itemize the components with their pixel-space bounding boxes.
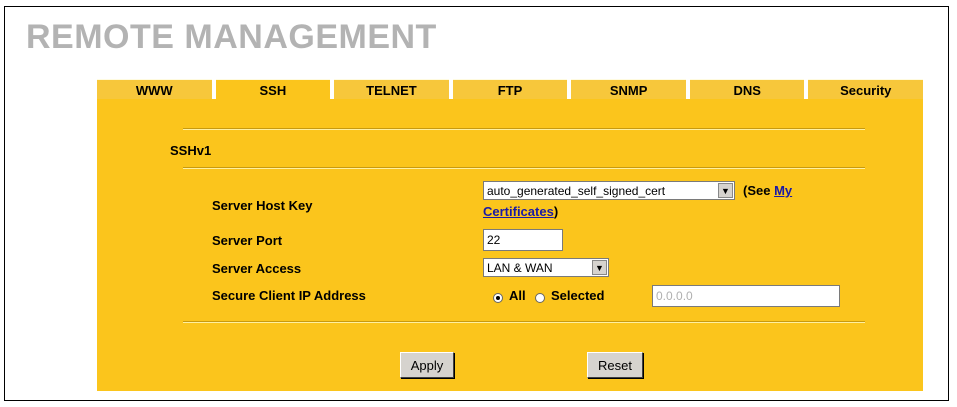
tab-snmp[interactable]: SNMP [571,79,686,101]
divider [183,167,865,169]
server-host-key-label: Server Host Key [212,198,313,213]
ssh-settings-panel: SSHv1 Server Host Key auto_generated_sel… [97,99,923,391]
reset-button[interactable]: Reset [587,352,643,378]
radio-selected-label: Selected [551,288,605,303]
radio-all-label: All [509,288,526,303]
tab-www[interactable]: WWW [97,79,212,101]
secure-client-ip-input[interactable]: 0.0.0.0 [652,285,840,307]
section-title: SSHv1 [170,143,212,158]
server-port-label: Server Port [212,233,283,248]
tab-ssh[interactable]: SSH [215,79,331,101]
chevron-down-icon: ▼ [718,183,733,198]
radio-all[interactable] [493,293,503,303]
divider [183,321,865,323]
apply-button[interactable]: Apply [400,352,454,378]
chevron-down-icon: ▼ [592,260,607,275]
see-suffix-text: ) [553,204,559,219]
certificates-link[interactable]: Certificates [483,204,554,219]
tab-telnet[interactable]: TELNET [334,79,449,101]
server-access-value: LAN & WAN [487,260,553,275]
tab-bar: WWW SSH TELNET FTP SNMP DNS Security [97,79,924,101]
see-prefix-text: (See [743,183,775,198]
page-title: REMOTE MANAGEMENT [26,18,437,56]
tab-security[interactable]: Security [808,79,924,101]
divider [183,128,865,130]
server-host-key-value: auto_generated_self_signed_cert [487,183,666,198]
server-access-label: Server Access [212,261,302,276]
server-access-select[interactable]: LAN & WAN ▼ [483,258,609,277]
my-link[interactable]: My [774,183,792,198]
tab-dns[interactable]: DNS [689,79,805,101]
radio-selected[interactable] [535,293,545,303]
server-port-input[interactable]: 22 [483,229,563,251]
see-certificates-note: (See My [743,183,792,198]
secure-client-ip-label: Secure Client IP Address [212,288,366,303]
tab-ftp[interactable]: FTP [452,79,568,101]
server-host-key-select[interactable]: auto_generated_self_signed_cert ▼ [483,181,735,200]
certificates-link-line: Certificates) [483,204,558,219]
